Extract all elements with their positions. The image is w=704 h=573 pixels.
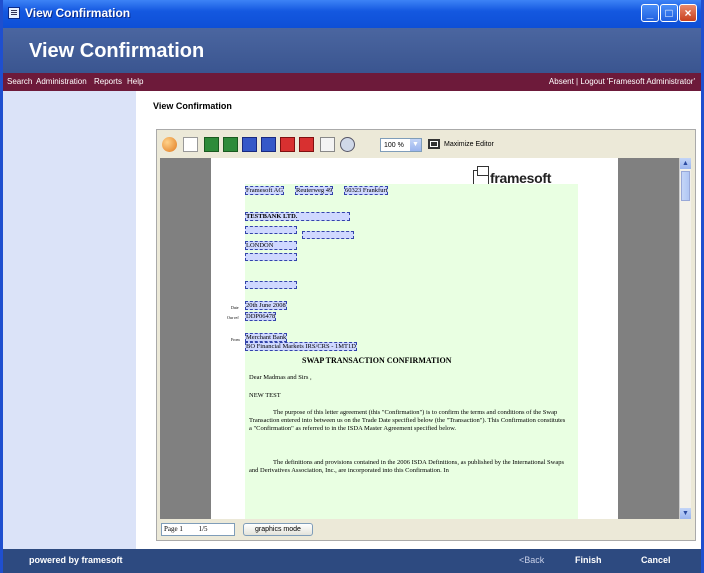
pdf-export-icon[interactable] bbox=[299, 137, 314, 152]
pdf-icon[interactable] bbox=[280, 137, 295, 152]
menu-bar: Search Administration Reports Help Absen… bbox=[3, 73, 701, 91]
our-ref-label: Our ref bbox=[227, 315, 239, 320]
date-field[interactable]: 20th June 2008 bbox=[245, 301, 287, 310]
back-button[interactable]: <Back bbox=[519, 555, 544, 565]
recipient-city-field[interactable]: LONDON bbox=[245, 241, 297, 250]
powered-by-label: powered by framesoft bbox=[29, 555, 123, 565]
cancel-button[interactable]: Cancel bbox=[641, 555, 671, 565]
editor-status-bar: Page 1 1/5 graphics mode bbox=[157, 520, 695, 540]
document-viewer: framesoft Framesoft AG Reuterweg 49 6032… bbox=[160, 158, 691, 519]
from-line1-field[interactable]: Merchant Bank bbox=[245, 333, 288, 342]
scroll-up-icon[interactable]: ▲ bbox=[680, 158, 691, 169]
maximize-button[interactable]: □ bbox=[660, 4, 678, 22]
document-page: framesoft Framesoft AG Reuterweg 49 6032… bbox=[211, 158, 618, 519]
document-icon[interactable] bbox=[320, 137, 335, 152]
users-icon[interactable] bbox=[162, 137, 177, 152]
finish-button[interactable]: Finish bbox=[575, 555, 602, 565]
page-title: View Confirmation bbox=[153, 101, 232, 111]
excel-icon[interactable] bbox=[204, 137, 219, 152]
recipient-postcode-field[interactable] bbox=[245, 253, 297, 261]
word-icon[interactable] bbox=[242, 137, 257, 152]
zoom-select[interactable]: 100 % ▼ bbox=[380, 138, 422, 152]
page-indicator: Page 1 1/5 bbox=[161, 523, 235, 536]
maximize-editor-icon[interactable] bbox=[428, 139, 440, 149]
page-label: Page 1 bbox=[164, 525, 183, 533]
left-panel bbox=[3, 91, 136, 549]
page-count: 1/5 bbox=[198, 525, 208, 533]
title-bar: View Confirmation _ □ × bbox=[3, 0, 701, 28]
main-content: View Confirmation 100 % ▼ Maximize Edito… bbox=[136, 91, 701, 549]
window-icon bbox=[8, 7, 20, 19]
date-label: Date bbox=[231, 305, 239, 310]
app-header: View Confirmation bbox=[3, 28, 701, 73]
window-title: View Confirmation bbox=[25, 6, 131, 20]
menu-help[interactable]: Help bbox=[127, 77, 143, 86]
our-ref-field[interactable]: DDP06478 bbox=[245, 312, 277, 321]
address-city[interactable]: 60323 Frankfurt bbox=[344, 186, 389, 195]
user-status-links[interactable]: Absent | Logout 'Framesoft Administrator… bbox=[549, 77, 695, 86]
scroll-thumb[interactable] bbox=[681, 171, 690, 201]
chevron-down-icon: ▼ bbox=[410, 139, 421, 151]
editor-toolbar: 100 % ▼ Maximize Editor bbox=[157, 130, 695, 158]
salutation: Dear Madmas and Sirs , bbox=[249, 374, 312, 381]
paragraph-1: The purpose of this letter agreement (th… bbox=[249, 409, 566, 432]
subject: NEW TEST bbox=[249, 392, 281, 399]
recipient-line2-field[interactable] bbox=[302, 231, 354, 239]
recipient-name-field[interactable]: TESTBANK LTD. bbox=[245, 212, 350, 221]
zoom-value: 100 % bbox=[384, 142, 404, 149]
maximize-editor-button[interactable]: Maximize Editor bbox=[444, 141, 494, 148]
header-title: View Confirmation bbox=[29, 40, 205, 62]
copy-icon[interactable] bbox=[183, 137, 198, 152]
address-street[interactable]: Reuterweg 49 bbox=[295, 186, 334, 195]
menu-search[interactable]: Search bbox=[7, 77, 32, 86]
excel-export-icon[interactable] bbox=[223, 137, 238, 152]
footer-bar: powered by framesoft <Back Finish Cancel bbox=[3, 549, 701, 573]
recipient-extra-field[interactable] bbox=[245, 281, 297, 289]
address-company[interactable]: Framesoft AG bbox=[245, 186, 285, 195]
app-window: View Confirmation _ □ × View Confirmatio… bbox=[0, 0, 704, 573]
menu-reports[interactable]: Reports bbox=[94, 77, 122, 86]
menu-administration[interactable]: Administration bbox=[36, 77, 87, 86]
document-body: Framesoft AG Reuterweg 49 60323 Frankfur… bbox=[245, 184, 578, 519]
from-line2-field[interactable]: BO Financial Markets IRS/CRS - 1MT1D bbox=[245, 342, 357, 351]
paragraph-2: The definitions and provisions contained… bbox=[249, 459, 565, 474]
recipient-line-field[interactable] bbox=[245, 226, 297, 234]
vertical-scrollbar[interactable]: ▲ ▼ bbox=[679, 158, 691, 519]
from-label: From bbox=[231, 337, 240, 342]
scroll-down-icon[interactable]: ▼ bbox=[680, 508, 691, 519]
minimize-button[interactable]: _ bbox=[641, 4, 659, 22]
word-export-icon[interactable] bbox=[261, 137, 276, 152]
document-editor: 100 % ▼ Maximize Editor framesoft Frames… bbox=[156, 129, 696, 541]
graphics-mode-button[interactable]: graphics mode bbox=[243, 523, 313, 536]
close-button[interactable]: × bbox=[679, 4, 697, 22]
link-icon[interactable] bbox=[340, 137, 355, 152]
document-heading: SWAP TRANSACTION CONFIRMATION bbox=[302, 356, 452, 365]
